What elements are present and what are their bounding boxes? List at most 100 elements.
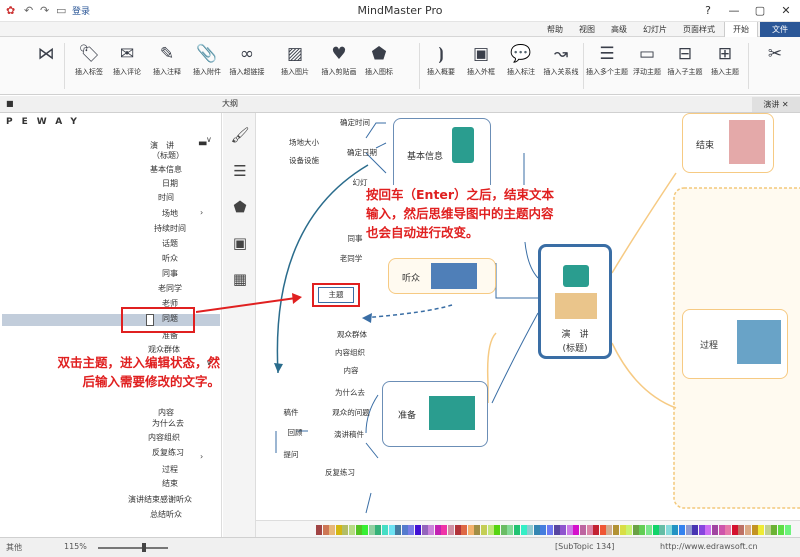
color-swatch[interactable] (547, 525, 553, 535)
color-swatch[interactable] (375, 525, 382, 535)
color-swatch[interactable] (553, 525, 560, 535)
outline-item[interactable]: 演讲结束感谢听众 (128, 495, 192, 505)
menu-file[interactable]: 文件 (760, 22, 800, 37)
collapse-arrow-icon[interactable]: › (200, 452, 203, 461)
maximize-button[interactable]: ▢ (748, 1, 772, 21)
outline-item[interactable]: 持续时间 (154, 224, 186, 234)
menu-slideshow[interactable]: 幻灯片 (636, 22, 674, 37)
login-link[interactable]: 登录 (72, 4, 90, 17)
outline-item[interactable]: 内容 (158, 408, 174, 418)
calendar-icon[interactable]: ▦ (230, 269, 250, 289)
style-brush-icon[interactable]: 🖌 (230, 125, 250, 145)
outline-item[interactable]: 为什么去 (152, 419, 184, 429)
outline-item[interactable]: 内容组织 (148, 433, 180, 443)
color-swatch[interactable] (520, 525, 527, 535)
color-swatch[interactable] (626, 525, 633, 535)
color-palette[interactable] (256, 520, 800, 537)
excel-export-button[interactable]: E (22, 117, 37, 127)
color-swatch[interactable] (712, 525, 718, 535)
tab-slides[interactable]: 演讲 ✕ (752, 97, 800, 112)
color-swatch[interactable] (613, 525, 619, 535)
menu-view[interactable]: 视图 (572, 22, 602, 37)
color-swatch[interactable] (441, 525, 448, 535)
menu-help[interactable]: 帮助 (540, 22, 570, 37)
topic-process[interactable]: 过程 (682, 309, 788, 379)
color-swatch[interactable] (652, 525, 659, 535)
outline-item[interactable]: 场地 (162, 209, 178, 219)
color-swatch[interactable] (738, 525, 745, 535)
website-link[interactable]: http://www.edrawsoft.cn (660, 542, 758, 551)
insert-subtopic-button[interactable]: ⊟ 插入子主题 (666, 41, 704, 93)
outline-item[interactable]: 老同学 (158, 284, 182, 294)
color-swatch[interactable] (507, 525, 514, 535)
color-swatch[interactable] (408, 525, 415, 535)
menu-start[interactable]: 开始 (724, 22, 758, 37)
color-swatch[interactable] (639, 525, 646, 535)
redo-icon[interactable]: ↷ (40, 4, 49, 17)
menu-advanced[interactable]: 高级 (604, 22, 634, 37)
color-swatch[interactable] (533, 525, 540, 535)
insert-multi-button[interactable]: ☰ 插入多个主题 (586, 41, 628, 93)
zoom-slider[interactable] (98, 547, 168, 549)
icon-panel-icon[interactable]: ⬟ (230, 197, 250, 217)
color-swatch[interactable] (705, 525, 712, 535)
color-swatch[interactable] (725, 525, 732, 535)
outline-item[interactable]: 反复练习 (152, 448, 184, 458)
topic-ending[interactable]: 结束 (682, 113, 774, 173)
insert-tag-button[interactable]: 🏷 插入标签 (70, 41, 108, 93)
color-swatch[interactable] (672, 525, 679, 535)
color-swatch[interactable] (586, 525, 593, 535)
color-swatch[interactable] (619, 525, 626, 535)
editing-topic-node[interactable]: 主题 (318, 287, 354, 303)
word-export-button[interactable]: W (37, 117, 56, 127)
menu-page-style[interactable]: 页面样式 (676, 22, 722, 37)
color-swatch[interactable] (718, 525, 725, 535)
color-swatch[interactable] (646, 525, 652, 535)
color-swatch[interactable] (335, 525, 342, 535)
color-swatch[interactable] (461, 525, 468, 535)
insert-callout-button[interactable]: 💬 插入标注 (502, 41, 540, 93)
outline-root[interactable]: 演 讲 (150, 141, 174, 151)
help-button[interactable]: ? (696, 1, 720, 21)
color-swatch[interactable] (764, 525, 771, 535)
color-swatch[interactable] (342, 525, 349, 535)
insert-comment-button[interactable]: ✉ 插入评论 (108, 41, 146, 93)
color-swatch[interactable] (692, 525, 699, 535)
outline-item[interactable]: 听众 (162, 254, 178, 264)
color-swatch[interactable] (758, 525, 765, 535)
color-swatch[interactable] (560, 525, 567, 535)
color-swatch[interactable] (382, 525, 388, 535)
minimize-button[interactable]: — (722, 1, 746, 21)
undo-icon[interactable]: ↶ (24, 4, 33, 17)
insert-note-button[interactable]: ✎ 插入注释 (148, 41, 186, 93)
color-swatch[interactable] (415, 525, 421, 535)
color-swatch[interactable] (685, 525, 692, 535)
color-swatch[interactable] (349, 525, 355, 535)
center-topic[interactable]: 演 讲 (标题) (538, 244, 612, 359)
outline-item[interactable]: 基本信息 (150, 165, 182, 175)
color-swatch[interactable] (487, 525, 494, 535)
ppt-export-button[interactable]: P (6, 117, 22, 127)
format-button[interactable]: Y (70, 117, 86, 127)
color-swatch[interactable] (698, 525, 705, 535)
mindmap-canvas[interactable]: 演 讲 (标题) 基本信息 听众 准备 结束 过程 确定时间 确定日期 场地大小… (256, 113, 800, 520)
color-swatch[interactable] (606, 525, 613, 535)
insert-summary-button[interactable]: ⦘ 插入概要 (422, 41, 460, 93)
color-swatch[interactable] (784, 525, 791, 535)
color-swatch[interactable] (731, 525, 738, 535)
outline-item[interactable]: 结束 (162, 479, 178, 489)
topic-basic-info[interactable]: 基本信息 (393, 118, 491, 194)
insert-clipart-button[interactable]: ♥ 插入剪贴画 (320, 41, 358, 93)
color-swatch[interactable] (751, 525, 758, 535)
expand-arrow-icon[interactable]: ∨ (206, 135, 212, 144)
outline-item[interactable]: 日期 (162, 179, 178, 189)
color-swatch[interactable] (355, 525, 362, 535)
color-swatch[interactable] (599, 525, 606, 535)
color-swatch[interactable] (679, 525, 685, 535)
color-swatch[interactable] (474, 525, 481, 535)
color-swatch[interactable] (316, 525, 322, 535)
font-button[interactable]: A (55, 117, 70, 127)
outline-item[interactable]: 话题 (162, 239, 178, 249)
float-topic-button[interactable]: ▭ 浮动主题 (628, 41, 666, 93)
outline-item[interactable]: 同事 (162, 269, 178, 279)
